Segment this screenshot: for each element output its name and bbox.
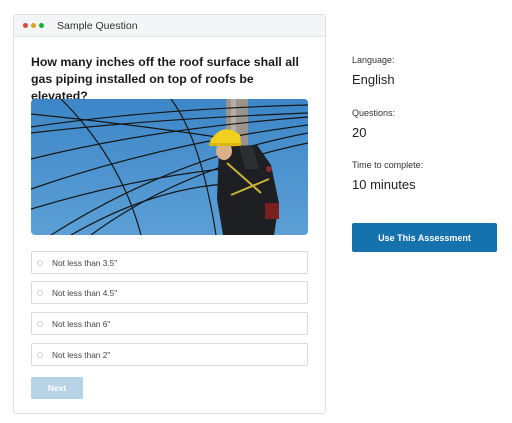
answer-option-label: Not less than 3.5"	[52, 257, 118, 268]
radio-icon[interactable]	[37, 351, 43, 358]
close-dot-icon	[23, 23, 28, 28]
radio-icon[interactable]	[37, 320, 43, 327]
answer-option[interactable]: Not less than 2"	[31, 343, 308, 366]
radio-icon[interactable]	[37, 259, 43, 266]
minimize-dot-icon	[31, 23, 36, 28]
radio-icon[interactable]	[37, 289, 43, 296]
time-value: 10 minutes	[352, 177, 416, 192]
questions-value: 20	[352, 125, 367, 140]
answer-option-label: Not less than 2"	[52, 349, 111, 360]
window-title: Sample Question	[57, 19, 138, 32]
language-value: English	[352, 72, 395, 87]
answer-option[interactable]: Not less than 3.5"	[31, 251, 308, 274]
answer-option[interactable]: Not less than 4.5"	[31, 281, 308, 304]
use-assessment-button[interactable]: Use This Assessment	[352, 223, 497, 252]
answer-option[interactable]: Not less than 6"	[31, 312, 308, 335]
question-image	[31, 99, 308, 235]
maximize-dot-icon	[39, 23, 44, 28]
next-button[interactable]: Next	[31, 377, 83, 399]
sample-question-card: Sample Question How many inches off the …	[13, 14, 326, 414]
language-label: Language:	[352, 55, 395, 65]
answer-option-label: Not less than 6"	[52, 318, 111, 329]
questions-label: Questions:	[352, 108, 396, 118]
question-text: How many inches off the roof surface sha…	[31, 55, 299, 103]
window-titlebar: Sample Question	[14, 15, 325, 37]
utility-worker-photo	[31, 99, 308, 235]
answer-option-label: Not less than 4.5"	[52, 287, 118, 298]
time-label: Time to complete:	[352, 160, 424, 170]
